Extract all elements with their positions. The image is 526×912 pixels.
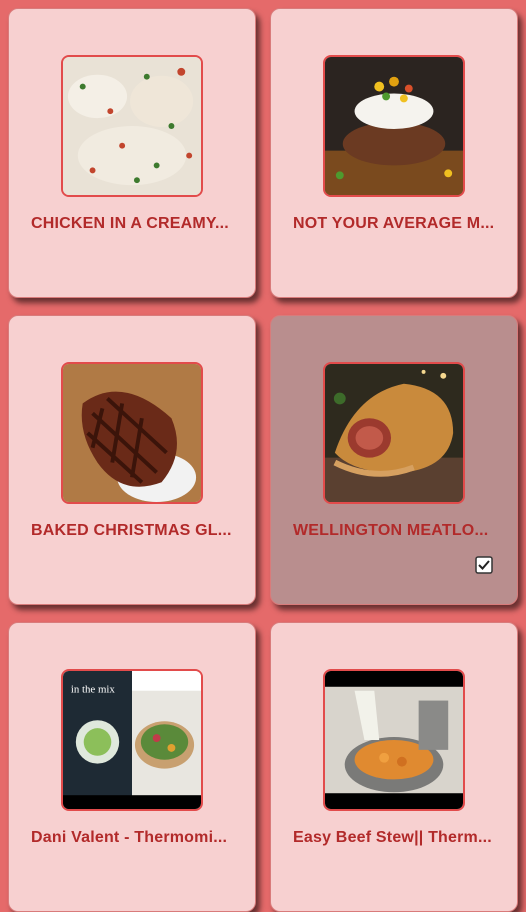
recipe-card[interactable]: in the mix Dani Valent - Thermomi...	[8, 622, 256, 912]
cookbook-cover-image: in the mix	[61, 669, 203, 811]
meatloaf-mash-image	[323, 55, 465, 197]
recipe-title: Easy Beef Stew|| Therm...	[293, 829, 492, 846]
recipe-title: NOT YOUR AVERAGE M...	[293, 215, 495, 232]
beef-wellington-image	[323, 362, 465, 504]
recipe-title: Dani Valent - Thermomi...	[31, 829, 228, 846]
recipe-grid: CHICKEN IN A CREAMY... NOT YOUR AVERAGE …	[0, 0, 526, 912]
checkbox-checked-icon[interactable]	[475, 556, 493, 574]
recipe-title: CHICKEN IN A CREAMY...	[31, 215, 229, 232]
recipe-card-selected[interactable]: WELLINGTON MEATLO...	[270, 315, 518, 605]
recipe-card[interactable]: BAKED CHRISTMAS GL...	[8, 315, 256, 605]
recipe-card[interactable]: NOT YOUR AVERAGE M...	[270, 8, 518, 298]
creamy-chicken-image	[61, 55, 203, 197]
svg-text:in the mix: in the mix	[71, 684, 115, 696]
recipe-card[interactable]: CHICKEN IN A CREAMY...	[8, 8, 256, 298]
glazed-ham-image	[61, 362, 203, 504]
recipe-title: WELLINGTON MEATLO...	[293, 522, 489, 539]
beef-stew-video-image	[323, 669, 465, 811]
recipe-title: BAKED CHRISTMAS GL...	[31, 522, 232, 539]
recipe-card[interactable]: Easy Beef Stew|| Therm...	[270, 622, 518, 912]
